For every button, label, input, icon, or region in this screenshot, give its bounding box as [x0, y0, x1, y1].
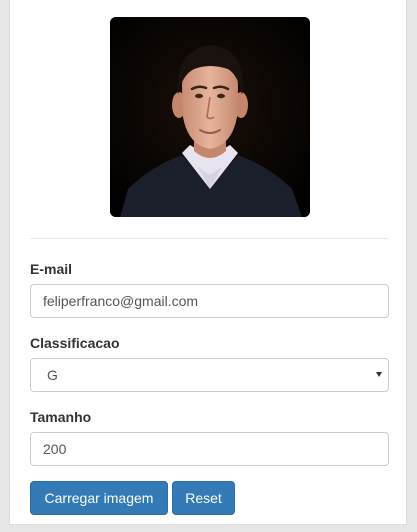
size-value: 200 — [43, 441, 67, 457]
size-field[interactable]: 200 — [30, 432, 389, 466]
size-label: Tamanho — [30, 409, 92, 425]
reset-button[interactable]: Reset — [172, 481, 235, 515]
profile-card: E-mail feliperfranco@gmail.com Classific… — [9, 0, 407, 525]
classification-value: G — [47, 367, 58, 383]
load-image-button[interactable]: Carregar imagem — [30, 481, 168, 515]
email-value: feliperfranco@gmail.com — [43, 293, 199, 309]
email-label: E-mail — [30, 261, 73, 277]
profile-photo — [110, 17, 310, 217]
classification-label: Classificacao — [30, 335, 120, 351]
email-field[interactable]: feliperfranco@gmail.com — [30, 284, 389, 318]
classification-select[interactable]: G — [30, 358, 389, 392]
caret-down-icon — [376, 372, 382, 377]
divider — [30, 238, 388, 239]
